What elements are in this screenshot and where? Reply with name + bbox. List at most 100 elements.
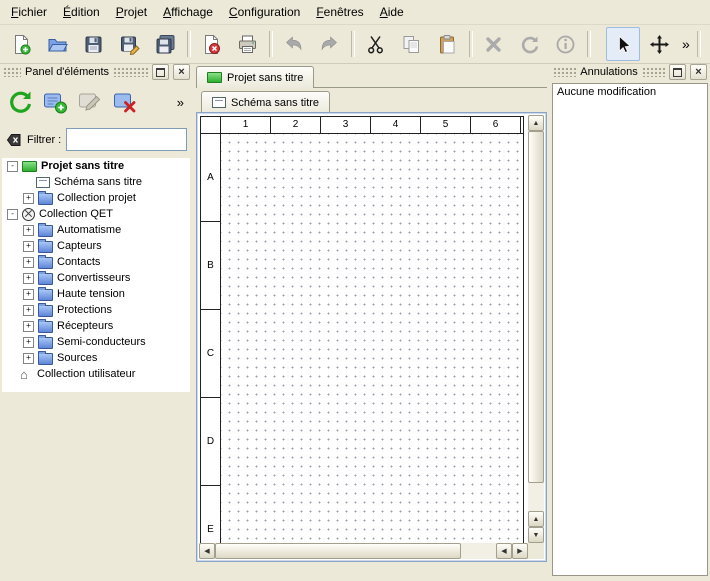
open-document-button[interactable] xyxy=(40,27,74,61)
menu-projet[interactable]: Projet xyxy=(108,1,155,23)
undo-list[interactable]: Aucune modification xyxy=(552,83,708,576)
expand-expander-icon[interactable]: + xyxy=(23,321,34,332)
redo-button[interactable] xyxy=(312,27,346,61)
tree-item-sources[interactable]: + Sources xyxy=(2,350,190,366)
delete-element-button[interactable] xyxy=(109,86,141,118)
horizontal-scroll-thumb[interactable] xyxy=(215,543,461,559)
copy-pages-icon xyxy=(401,34,422,55)
ruler-row: C xyxy=(201,310,220,398)
scroll-left-button[interactable] xyxy=(199,543,215,559)
dock-float-button[interactable] xyxy=(669,64,686,80)
print-button[interactable] xyxy=(230,27,264,61)
tree-item-automatisme[interactable]: + Automatisme xyxy=(2,222,190,238)
floppy-stack-icon xyxy=(155,34,176,55)
expand-expander-icon[interactable]: + xyxy=(23,337,34,348)
tree-item-collection-qet[interactable]: - Collection QET xyxy=(2,206,190,222)
diagram-canvas[interactable] xyxy=(221,134,523,543)
collapse-expander-icon[interactable]: - xyxy=(7,161,18,172)
home-icon xyxy=(20,368,33,381)
tree-item-contacts[interactable]: + Contacts xyxy=(2,254,190,270)
project-tabbar: Projet sans titre xyxy=(196,65,547,88)
pan-mode-button[interactable] xyxy=(642,27,676,61)
tree-item-collection-utilisateur[interactable]: Collection utilisateur xyxy=(2,366,190,382)
tree-item-haute-tension[interactable]: + Haute tension xyxy=(2,286,190,302)
delete-button[interactable] xyxy=(476,27,510,61)
dock-close-button[interactable] xyxy=(173,64,190,80)
conductor-info-button[interactable] xyxy=(548,27,582,61)
elements-tree[interactable]: - Projet sans titre Schéma sans titre + … xyxy=(2,158,190,392)
dock-close-button[interactable] xyxy=(690,64,707,80)
folder-icon xyxy=(38,337,53,349)
menu-fichier[interactable]: Fichier xyxy=(3,1,55,23)
info-gray-icon xyxy=(555,34,576,55)
folder-icon xyxy=(38,289,53,301)
vertical-scroll-track[interactable] xyxy=(528,483,544,511)
horizontal-scrollbar[interactable] xyxy=(199,543,528,559)
scroll-up-button-2[interactable] xyxy=(528,511,544,527)
menu-affichage[interactable]: Affichage xyxy=(155,1,221,23)
new-element-button[interactable] xyxy=(39,86,71,118)
scroll-left-button-2[interactable] xyxy=(496,543,512,559)
tree-item-capteurs[interactable]: + Capteurs xyxy=(2,238,190,254)
menu-configuration[interactable]: Configuration xyxy=(221,1,308,23)
arrow-up-icon xyxy=(533,120,540,127)
expand-expander-icon[interactable]: + xyxy=(23,305,34,316)
scroll-down-button[interactable] xyxy=(528,527,544,543)
diagram-viewport[interactable]: 1 2 3 4 5 6 A B C D xyxy=(199,115,528,543)
expand-expander-icon[interactable]: + xyxy=(23,289,34,300)
edit-element-button[interactable] xyxy=(74,86,106,118)
row-ruler: A B C D E xyxy=(201,134,221,543)
elements-panel-header[interactable]: Panel d'éléments xyxy=(0,64,193,80)
save-button[interactable] xyxy=(76,27,110,61)
tree-item-convertisseurs[interactable]: + Convertisseurs xyxy=(2,270,190,286)
paste-button[interactable] xyxy=(430,27,464,61)
ruler-column: 3 xyxy=(321,117,371,133)
schema-icon xyxy=(36,177,50,188)
save-as-button[interactable] xyxy=(112,27,146,61)
scroll-up-button[interactable] xyxy=(528,115,544,131)
menu-fenetres[interactable]: Fenêtres xyxy=(308,1,371,23)
scroll-right-button[interactable] xyxy=(512,543,528,559)
dock-float-button[interactable] xyxy=(152,64,169,80)
expand-expander-icon[interactable]: + xyxy=(23,257,34,268)
clear-filter-icon[interactable] xyxy=(6,132,22,148)
expand-expander-icon[interactable]: + xyxy=(23,193,34,204)
horizontal-scroll-track[interactable] xyxy=(461,543,496,559)
undo-panel-header[interactable]: Annulations xyxy=(550,64,710,80)
tree-item-schema[interactable]: Schéma sans titre xyxy=(2,174,190,190)
rotate-button[interactable] xyxy=(512,27,546,61)
expand-expander-icon[interactable]: + xyxy=(23,241,34,252)
tree-item-recepteurs[interactable]: + Récepteurs xyxy=(2,318,190,334)
tree-item-label: Projet sans titre xyxy=(41,160,124,172)
tree-item-protections[interactable]: + Protections xyxy=(2,302,190,318)
expand-expander-icon[interactable]: + xyxy=(23,273,34,284)
filter-input[interactable] xyxy=(66,128,187,151)
copy-button[interactable] xyxy=(394,27,428,61)
reload-collections-button[interactable] xyxy=(4,86,36,118)
collapse-expander-icon[interactable]: - xyxy=(7,209,18,220)
tree-item-collection-projet[interactable]: + Collection projet xyxy=(2,190,190,206)
cut-button[interactable] xyxy=(358,27,392,61)
about-qet-button[interactable] xyxy=(704,27,710,61)
select-mode-button[interactable] xyxy=(606,27,640,61)
close-document-button[interactable] xyxy=(194,27,228,61)
tree-item-label: Récepteurs xyxy=(57,320,113,332)
vertical-scroll-thumb[interactable] xyxy=(528,131,544,483)
menu-edition[interactable]: Édition xyxy=(55,1,108,23)
new-document-button[interactable] xyxy=(4,27,38,61)
tab-projet-sans-titre[interactable]: Projet sans titre xyxy=(196,66,314,88)
tree-item-project[interactable]: - Projet sans titre xyxy=(2,158,190,174)
mdi-area: Projet sans titre Schéma sans titre 1 2 xyxy=(193,63,550,581)
save-all-button[interactable] xyxy=(148,27,182,61)
tab-schema-sans-titre[interactable]: Schéma sans titre xyxy=(201,91,330,113)
expand-expander-icon[interactable]: + xyxy=(23,353,34,364)
panel-overflow-button[interactable]: » xyxy=(172,95,189,110)
element-pencil-icon xyxy=(77,89,103,115)
vertical-scrollbar[interactable] xyxy=(528,115,544,543)
tree-item-label: Capteurs xyxy=(57,240,102,252)
expand-expander-icon[interactable]: + xyxy=(23,225,34,236)
tree-item-semi-conducteurs[interactable]: + Semi-conducteurs xyxy=(2,334,190,350)
undo-button[interactable] xyxy=(276,27,310,61)
toolbar-overflow-button[interactable]: » xyxy=(678,29,694,59)
menu-aide[interactable]: Aide xyxy=(372,1,412,23)
